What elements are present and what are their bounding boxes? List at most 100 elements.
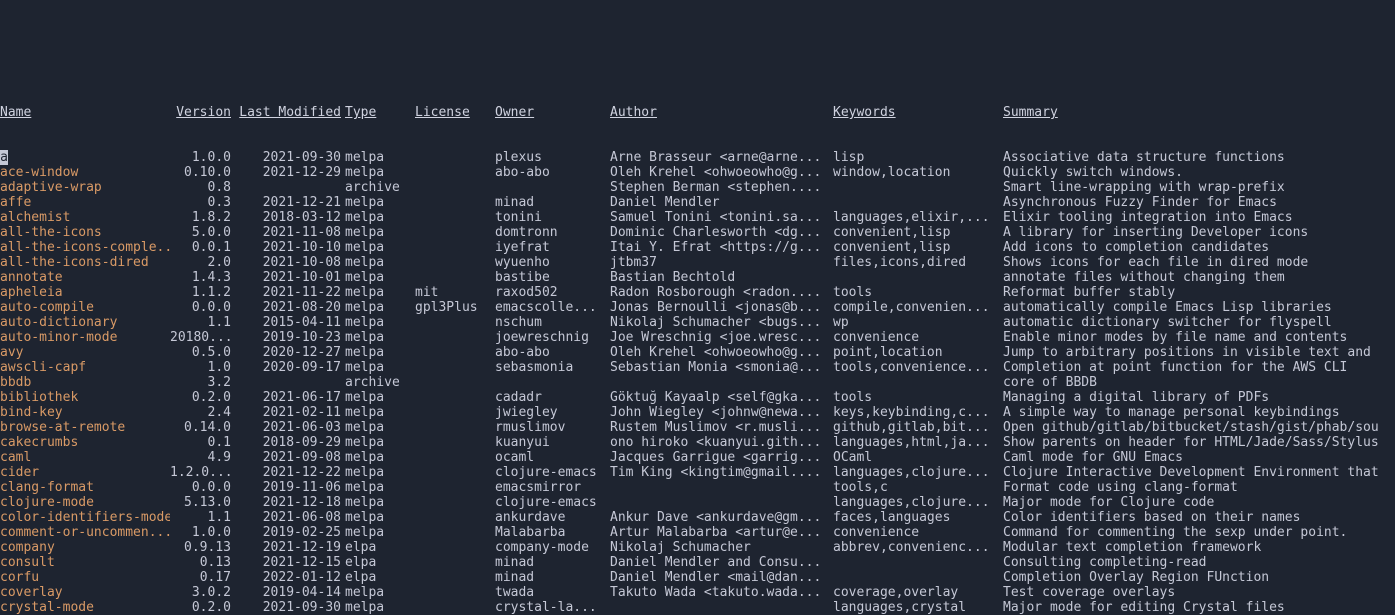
package-version: 1.2.0...: [170, 465, 235, 480]
table-row[interactable]: cakecrumbs0.12018-09-29melpakuanyuiono h…: [0, 435, 1395, 450]
table-row[interactable]: bibliothek0.2.02021-06-17melpacadadrGökt…: [0, 390, 1395, 405]
package-owner: bastibe: [495, 270, 610, 285]
table-row[interactable]: all-the-icons-dired2.02021-10-08melpawyu…: [0, 255, 1395, 270]
table-row[interactable]: company0.9.132021-12-19elpacompany-modeN…: [0, 540, 1395, 555]
table-row[interactable]: comment-or-uncommen...1.0.02019-02-25mel…: [0, 525, 1395, 540]
package-name: company: [0, 540, 170, 555]
package-author: [610, 495, 833, 510]
table-row[interactable]: adaptive-wrap0.8archiveStephen Berman <s…: [0, 180, 1395, 195]
package-author: Radon Rosborough <radon....: [610, 285, 833, 300]
package-keywords: [833, 270, 1003, 285]
header-last[interactable]: Last Modified: [235, 105, 345, 120]
package-license: [415, 435, 495, 450]
package-author: Daniel Mendler and Consu...: [610, 555, 833, 570]
table-row[interactable]: all-the-icons-comple...0.0.12021-10-10me…: [0, 240, 1395, 255]
header-summary[interactable]: Summary: [1003, 105, 1395, 120]
package-summary: Add icons to completion candidates: [1003, 240, 1395, 255]
package-name: auto-dictionary: [0, 315, 170, 330]
table-row[interactable]: annotate1.4.32021-10-01melpabastibeBasti…: [0, 270, 1395, 285]
table-row[interactable]: all-the-icons5.0.02021-11-08melpadomtron…: [0, 225, 1395, 240]
package-keywords: window,location: [833, 165, 1003, 180]
package-author: Artur Malabarba <artur@e...: [610, 525, 833, 540]
package-summary: automatically compile Emacs Lisp librari…: [1003, 300, 1395, 315]
table-row[interactable]: bbdb3.2archivecore of BBDB: [0, 375, 1395, 390]
package-author: Takuto Wada <takuto.wada...: [610, 585, 833, 600]
header-owner[interactable]: Owner: [495, 105, 610, 120]
package-license: [415, 180, 495, 195]
package-license: [415, 360, 495, 375]
package-name: all-the-icons-comple...: [0, 240, 170, 255]
package-last: 2021-12-15: [235, 555, 345, 570]
table-row[interactable]: crystal-mode0.2.02021-09-30melpacrystal-…: [0, 600, 1395, 615]
table-row[interactable]: consult0.132021-12-15elpaminadDaniel Men…: [0, 555, 1395, 570]
package-type: melpa: [345, 195, 415, 210]
table-row[interactable]: alchemist1.8.22018-03-12melpatoniniSamue…: [0, 210, 1395, 225]
package-last: 2015-04-11: [235, 315, 345, 330]
table-row[interactable]: avy0.5.02020-12-27melpaabo-aboOleh Krehe…: [0, 345, 1395, 360]
package-name: clang-format: [0, 480, 170, 495]
header-name[interactable]: Name: [0, 105, 170, 120]
package-author: Itai Y. Efrat <https://g...: [610, 240, 833, 255]
package-last: 2021-11-08: [235, 225, 345, 240]
package-name: all-the-icons: [0, 225, 170, 240]
package-keywords: languages,elixir,...: [833, 210, 1003, 225]
package-last: 2020-09-17: [235, 360, 345, 375]
table-row[interactable]: apheleia1.1.22021-11-22melpamitraxod502R…: [0, 285, 1395, 300]
package-author: Göktuğ Kayaalp <self@gka...: [610, 390, 833, 405]
package-author: Bastian Bechtold: [610, 270, 833, 285]
package-keywords: convenient,lisp: [833, 225, 1003, 240]
table-row[interactable]: caml4.92021-09-08melpaocamlJacques Garri…: [0, 450, 1395, 465]
table-row[interactable]: coverlay3.0.22019-04-14melpatwadaTakuto …: [0, 585, 1395, 600]
package-owner: emacscolle...: [495, 300, 610, 315]
package-name: a: [0, 150, 170, 165]
header-author[interactable]: Author: [610, 105, 833, 120]
package-name: caml: [0, 450, 170, 465]
table-row[interactable]: affe0.32021-12-21melpaminadDaniel Mendle…: [0, 195, 1395, 210]
package-type: melpa: [345, 510, 415, 525]
table-row[interactable]: bind-key2.42021-02-11melpajwiegleyJohn W…: [0, 405, 1395, 420]
package-version: 0.14.0: [170, 420, 235, 435]
package-keywords: abbrev,convenienc...: [833, 540, 1003, 555]
package-name: comment-or-uncommen...: [0, 525, 170, 540]
package-license: [415, 405, 495, 420]
table-row[interactable]: auto-dictionary1.12015-04-11melpanschumN…: [0, 315, 1395, 330]
package-license: [415, 495, 495, 510]
package-summary: Modular text completion framework: [1003, 540, 1395, 555]
package-owner: joewreschnig: [495, 330, 610, 345]
package-name: all-the-icons-dired: [0, 255, 170, 270]
table-row[interactable]: clojure-mode5.13.02021-12-18melpaclojure…: [0, 495, 1395, 510]
package-owner: kuanyui: [495, 435, 610, 450]
table-row[interactable]: browse-at-remote0.14.02021-06-03melparmu…: [0, 420, 1395, 435]
package-keywords: keys,keybinding,c...: [833, 405, 1003, 420]
table-row[interactable]: clang-format0.0.02019-11-06melpaemacsmir…: [0, 480, 1395, 495]
table-row[interactable]: color-identifiers-mode1.12021-06-08melpa…: [0, 510, 1395, 525]
table-row[interactable]: cider1.2.0...2021-12-22melpaclojure-emac…: [0, 465, 1395, 480]
package-license: [415, 225, 495, 240]
package-owner: clojure-emacs: [495, 465, 610, 480]
package-license: mit: [415, 285, 495, 300]
table-row[interactable]: auto-compile0.0.02021-08-20melpagpl3Plus…: [0, 300, 1395, 315]
package-version: 0.0.1: [170, 240, 235, 255]
package-author: Rustem Muslimov <r.musli...: [610, 420, 833, 435]
package-type: melpa: [345, 600, 415, 615]
header-license[interactable]: License: [415, 105, 495, 120]
package-name: browse-at-remote: [0, 420, 170, 435]
table-row[interactable]: corfu0.172022-01-12elpaminadDaniel Mendl…: [0, 570, 1395, 585]
package-owner: Malabarba: [495, 525, 610, 540]
package-author: Dominic Charlesworth <dg...: [610, 225, 833, 240]
package-type: elpa: [345, 540, 415, 555]
package-owner: ocaml: [495, 450, 610, 465]
header-version[interactable]: Version: [170, 105, 235, 120]
package-summary: Show parents on header for HTML/Jade/Sas…: [1003, 435, 1395, 450]
header-keywords[interactable]: Keywords: [833, 105, 1003, 120]
package-type: melpa: [345, 585, 415, 600]
package-summary: Major mode for Clojure code: [1003, 495, 1395, 510]
package-summary: Associative data structure functions: [1003, 150, 1395, 165]
package-summary: A simple way to manage personal keybindi…: [1003, 405, 1395, 420]
table-row[interactable]: awscli-capf1.02020-09-17melpasebasmoniaS…: [0, 360, 1395, 375]
table-row[interactable]: ace-window0.10.02021-12-29melpaabo-aboOl…: [0, 165, 1395, 180]
table-row[interactable]: a1.0.02021-09-30melpaplexusArne Brasseur…: [0, 150, 1395, 165]
package-author: jtbm37: [610, 255, 833, 270]
header-type[interactable]: Type: [345, 105, 415, 120]
table-row[interactable]: auto-minor-mode20180...2019-10-23melpajo…: [0, 330, 1395, 345]
